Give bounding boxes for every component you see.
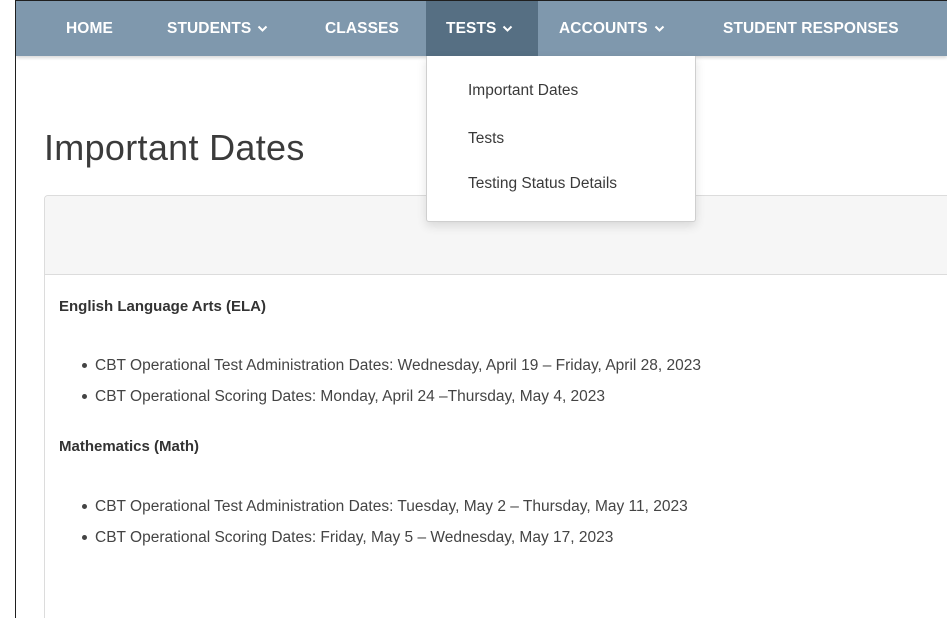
nav-home[interactable]: HOME xyxy=(49,1,139,56)
nav-students[interactable]: STUDENTS xyxy=(150,1,300,56)
list-item-text: CBT Operational Scoring Dates: Friday, M… xyxy=(95,529,614,546)
nav-home-label: HOME xyxy=(66,19,113,37)
section-title-math: Mathematics (Math) xyxy=(59,438,200,455)
nav-classes-label: CLASSES xyxy=(325,19,399,37)
list-item-text: CBT Operational Test Administration Date… xyxy=(95,498,688,515)
section-title-ela: English Language Arts (ELA) xyxy=(59,298,266,315)
dates-panel: English Language Arts (ELA) CBT Operatio… xyxy=(44,195,947,618)
nav-student-responses-label: STUDENT RESPONSES xyxy=(723,19,899,37)
nav-student-responses[interactable]: STUDENT RESPONSES xyxy=(706,1,946,56)
list-item: CBT Operational Test Administration Date… xyxy=(82,491,688,522)
chevron-down-icon xyxy=(654,25,665,33)
list-item-text: CBT Operational Test Administration Date… xyxy=(95,357,701,374)
section-list-math: CBT Operational Test Administration Date… xyxy=(82,491,688,553)
nav-tests[interactable]: TESTS xyxy=(426,1,538,56)
top-navbar: HOME STUDENTS CLASSES TESTS ACCOUNTS STU… xyxy=(16,1,947,56)
nav-accounts[interactable]: ACCOUNTS xyxy=(542,1,722,56)
section-list-ela: CBT Operational Test Administration Date… xyxy=(82,350,701,412)
chevron-down-icon xyxy=(502,25,513,33)
list-item: CBT Operational Scoring Dates: Friday, M… xyxy=(82,522,688,553)
app-frame: HOME STUDENTS CLASSES TESTS ACCOUNTS STU… xyxy=(15,0,947,618)
dropdown-item-tests[interactable]: Tests xyxy=(468,130,504,148)
nav-classes[interactable]: CLASSES xyxy=(308,1,428,56)
bullet-icon xyxy=(82,394,87,399)
list-item: CBT Operational Scoring Dates: Monday, A… xyxy=(82,381,701,412)
list-item-text: CBT Operational Scoring Dates: Monday, A… xyxy=(95,388,606,405)
bullet-icon xyxy=(82,363,87,368)
nav-accounts-label: ACCOUNTS xyxy=(559,19,648,37)
bullet-icon xyxy=(82,535,87,540)
list-item: CBT Operational Test Administration Date… xyxy=(82,350,701,381)
page-title: Important Dates xyxy=(44,127,305,168)
chevron-down-icon xyxy=(257,25,268,33)
nav-students-label: STUDENTS xyxy=(167,19,252,37)
dropdown-item-important-dates[interactable]: Important Dates xyxy=(468,82,578,100)
dropdown-item-testing-status-details[interactable]: Testing Status Details xyxy=(468,175,617,193)
bullet-icon xyxy=(82,504,87,509)
nav-tests-label: TESTS xyxy=(446,19,497,37)
tests-dropdown-menu: Important Dates Tests Testing Status Det… xyxy=(426,56,696,222)
